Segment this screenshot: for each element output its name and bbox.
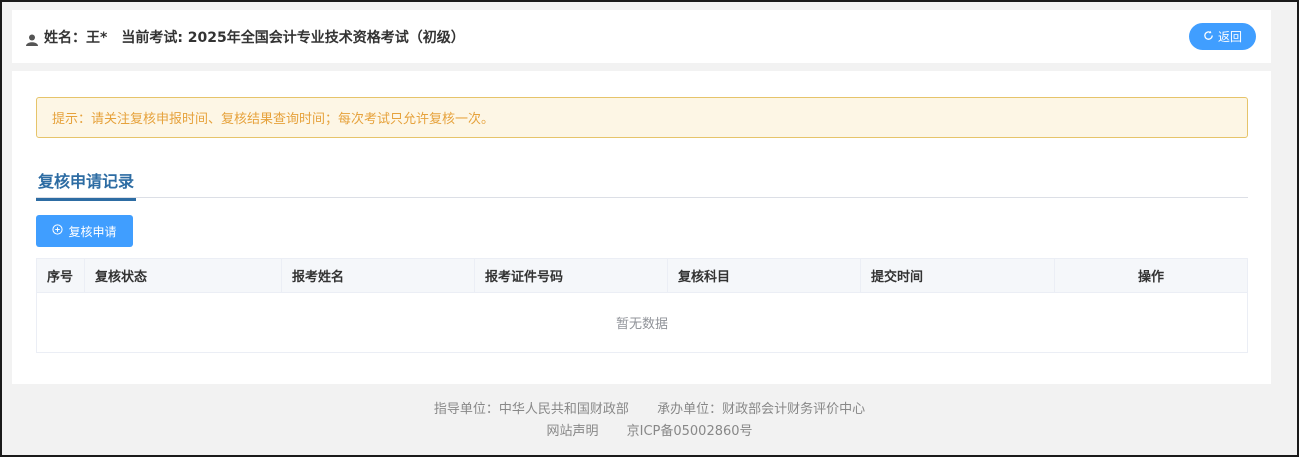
host-unit: 承办单位：财政部会计财务评价中心 [657,402,866,417]
table-header: 序号 复核状态 报考姓名 报考证件号码 复核科目 提交时间 操作 [37,259,1247,293]
col-actions: 操作 [1137,270,1164,285]
records-table: 序号 复核状态 报考姓名 报考证件号码 复核科目 提交时间 操作 暂无数据 [36,258,1248,353]
candidate-name: 姓名：王* [44,29,108,46]
col-index: 序号 [37,259,85,292]
user-icon [26,31,38,46]
site-statement-link[interactable]: 网站声明 [546,424,598,439]
refresh-icon [1203,30,1214,44]
col-submit-time: 提交时间 [861,259,1055,292]
tab-divider [36,197,1248,198]
back-button-label: 返回 [1217,30,1242,44]
main-panel: 提示：请关注复核申报时间、复核结果查询时间；每次考试只允许复核一次。 复核申请记… [12,71,1271,384]
exam-info: 姓名：王* 当前考试: 2025年全国会计专业技术资格考试（初级） [44,27,465,47]
back-button[interactable]: 返回 [1189,23,1256,50]
guide-unit: 指导单位：中华人民共和国财政部 [433,402,629,417]
col-name: 报考姓名 [282,259,475,292]
notice-banner: 提示：请关注复核申报时间、复核结果查询时间；每次考试只允许复核一次。 [36,97,1248,138]
icp-link[interactable]: 京ICP备05002860号 [627,424,753,439]
col-subject: 复核科目 [668,259,861,292]
empty-state: 暂无数据 [615,317,668,332]
col-status: 复核状态 [85,259,282,292]
header-bar: 姓名：王* 当前考试: 2025年全国会计专业技术资格考试（初级） 返回 [12,10,1271,63]
current-exam: 当前考试: 2025年全国会计专业技术资格考试（初级） [121,29,465,46]
apply-review-button[interactable]: 复核申请 [36,215,133,247]
plus-circle-icon [52,224,64,238]
apply-review-label: 复核申请 [68,224,117,239]
col-id-number: 报考证件号码 [475,259,668,292]
footer: 指导单位：中华人民共和国财政部 承办单位：财政部会计财务评价中心 网站声明 京I… [2,399,1297,443]
